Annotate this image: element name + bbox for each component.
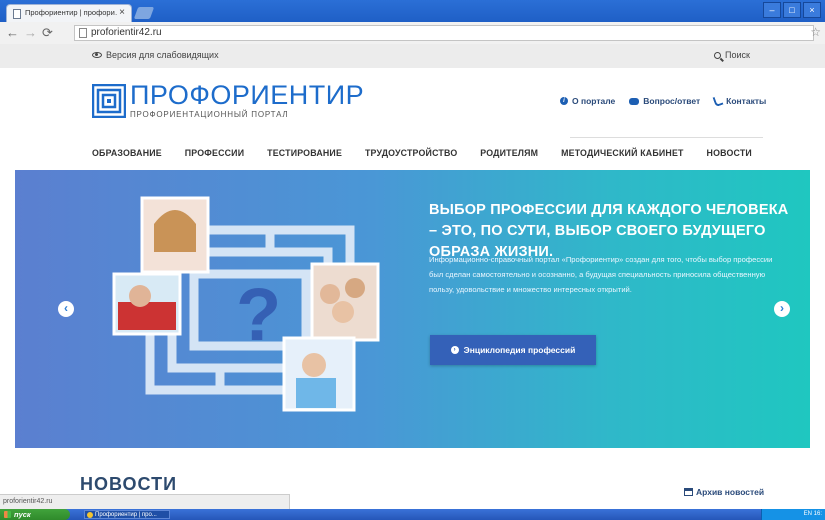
forward-arrow-icon[interactable]: → — [24, 25, 37, 40]
logo-subtitle: ПРОФОРИЕНТАЦИОННЫЙ ПОРТАЛ — [130, 110, 289, 119]
slider-next-button[interactable]: › — [774, 301, 790, 317]
accessibility-link[interactable]: Версия для слабовидящих — [92, 50, 219, 60]
news-archive-link[interactable]: Архив новостей — [684, 487, 764, 497]
accessibility-label: Версия для слабовидящих — [106, 50, 219, 60]
hero-slider: ‹ › ? ВЫБОР ПРОФЕССИИ ДЛЯ КАЖДОГО ЧЕЛОВЕ… — [15, 170, 810, 448]
search-link[interactable]: Поиск — [714, 50, 750, 60]
os-taskbar: пуск Профориентир | про... EN 16: — [0, 509, 825, 520]
nav-item-employment[interactable]: ТРУДОУСТРОЙСТВО — [365, 148, 457, 158]
close-button[interactable]: × — [803, 2, 821, 18]
hero-description: Информационно-справочный портал «Профори… — [429, 255, 773, 294]
back-arrow-icon[interactable]: ← — [6, 25, 19, 40]
logo-name: ПРОФОРИЕНТИР — [130, 80, 365, 110]
url-text: proforientir42.ru — [91, 27, 162, 38]
browser-tab[interactable]: Профориентир | профори… × — [6, 4, 132, 22]
tab-title: Профориентир | профори… — [25, 8, 117, 17]
eye-icon — [92, 52, 102, 58]
slider-prev-button[interactable]: ‹ — [58, 301, 74, 317]
news-heading: НОВОСТИ — [80, 474, 178, 494]
status-bar: proforientir42.ru — [0, 494, 290, 509]
start-button[interactable]: пуск — [0, 509, 70, 520]
logo-maze-icon — [91, 83, 127, 118]
search-label: Поиск — [725, 50, 750, 60]
browser-tab-bar: Профориентир | профори… × – □ × — [0, 0, 825, 22]
top-nav-faq[interactable]: Вопрос/ответ — [629, 96, 700, 106]
nav-item-parents[interactable]: РОДИТЕЛЯМ — [480, 148, 538, 158]
nav-item-professions[interactable]: ПРОФЕССИИ — [185, 148, 244, 158]
page-icon — [79, 28, 87, 38]
top-nav-label: Вопрос/ответ — [643, 96, 701, 106]
window-controls: – □ × — [763, 2, 821, 18]
nav-item-methodical[interactable]: МЕТОДИЧЕСКИЙ КАБИНЕТ — [561, 148, 684, 158]
address-bar[interactable]: proforientir42.ru — [74, 25, 814, 41]
main-nav: ОБРАЗОВАНИЕ ПРОФЕССИИ ТЕСТИРОВАНИЕ ТРУДО… — [92, 148, 752, 158]
phone-icon — [712, 94, 724, 108]
tab-close-icon[interactable]: × — [119, 7, 125, 18]
calendar-icon — [684, 488, 693, 496]
arrow-circle-icon: › — [450, 346, 459, 354]
minimize-button[interactable]: – — [763, 2, 781, 18]
site-logo[interactable]: ПРОФОРИЕНТИР ПРОФОРИЕНТАЦИОННЫЙ ПОРТАЛ — [91, 80, 365, 119]
top-nav-about[interactable]: i О портале — [560, 96, 615, 106]
nav-item-education[interactable]: ОБРАЗОВАНИЕ — [92, 148, 162, 158]
maximize-button[interactable]: □ — [783, 2, 801, 18]
top-nav-contacts[interactable]: Контакты — [712, 94, 767, 108]
maze-illustration: ? — [112, 196, 380, 412]
top-nav-label: О портале — [572, 96, 616, 106]
encyclopedia-label: Энциклопедия профессий — [463, 345, 576, 355]
taskbar-item-browser[interactable]: Профориентир | про... — [84, 510, 170, 519]
encyclopedia-button[interactable]: › Энциклопедия профессий — [430, 335, 596, 365]
page-icon — [13, 9, 21, 19]
nav-item-news[interactable]: НОВОСТИ — [707, 148, 752, 158]
archive-label: Архив новостей — [696, 487, 765, 497]
reload-icon[interactable]: ⟳ — [42, 25, 53, 41]
search-icon — [714, 51, 721, 59]
bookmark-star-icon[interactable]: ☆ — [810, 25, 821, 39]
chat-icon — [629, 97, 640, 105]
new-tab-button[interactable] — [133, 7, 155, 19]
svg-text:?: ? — [236, 273, 281, 356]
nav-item-testing[interactable]: ТЕСТИРОВАНИЕ — [267, 148, 342, 158]
system-tray: EN 16: — [761, 509, 825, 520]
top-strip: Версия для слабовидящих Поиск — [0, 44, 825, 68]
browser-toolbar: ← → ⟳ proforientir42.ru ☆ — [0, 22, 825, 45]
top-nav: i О портале Вопрос/ответ Контакты — [560, 94, 767, 108]
header-divider — [570, 137, 763, 138]
info-icon: i — [560, 97, 568, 105]
top-nav-label: Контакты — [726, 96, 767, 106]
